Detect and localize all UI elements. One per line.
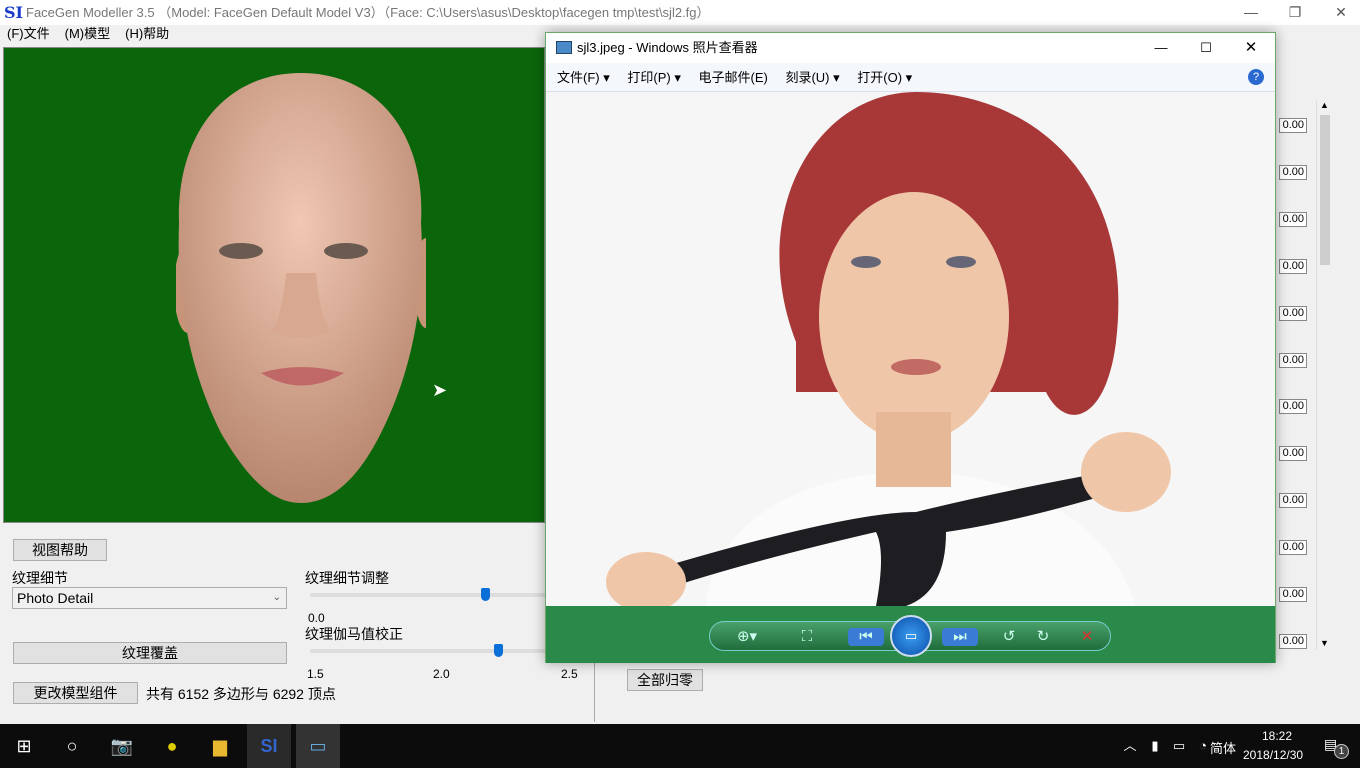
close-button[interactable]: ✕ [1318,0,1360,25]
photo-viewer-window: sjl3.jpeg - Windows 照片查看器 — ☐ ✕ 文件(F) ▾ … [545,32,1276,663]
menu-help[interactable]: (H)帮助 [125,26,169,41]
gamma-thumb[interactable] [493,644,503,657]
rotate-right-icon[interactable]: ↻ [1032,628,1054,646]
camera-app-icon[interactable]: 📷 [100,724,144,768]
viewer-menu-file[interactable]: 文件(F) ▾ [557,70,610,85]
delete-icon[interactable]: ✕ [1076,628,1098,646]
morph-value-field[interactable]: 0.00 [1279,540,1307,556]
texture-detail-select[interactable]: Photo Detail ⌄ [12,587,287,609]
gamma-tick: 2.0 [433,667,450,681]
change-model-button[interactable]: 更改模型组件 [13,682,138,704]
viewer-maximize-button[interactable]: ☐ [1191,33,1221,63]
viewer-minimize-button[interactable]: — [1146,33,1176,63]
scroll-up-icon[interactable]: ▲ [1320,100,1329,110]
photo-viewer-taskbar-icon[interactable]: ▭ [296,724,340,768]
gamma-tick: 2.5 [561,667,578,681]
detail-min-tick: 0.0 [308,611,325,625]
view-help-button[interactable]: 视图帮助 [13,539,107,561]
help-icon[interactable]: ? [1248,69,1264,85]
morph-value-field[interactable]: 0.00 [1279,587,1307,602]
menu-bar: (F)文件 (M)模型 (H)帮助 [0,25,545,45]
viewer-menu-burn[interactable]: 刻录(U) ▾ [785,70,839,85]
start-button[interactable]: ⊞ [2,724,46,768]
ime-indicator[interactable]: 简体 [1210,738,1236,757]
search-icon[interactable]: ○ [50,724,94,768]
morph-value-field[interactable]: 0.00 [1279,118,1307,133]
taskbar: ⊞ ○ 📷 ● ▆ SI ▭ ︿ ▮ ▭ ◔ 简体 18:22 2018/12/… [0,724,1360,768]
viewer-title: sjl3.jpeg - Windows 照片查看器 [577,40,758,55]
viewer-menu-bar: 文件(F) ▾ 打印(P) ▾ 电子邮件(E) 刻录(U) ▾ 打开(O) ▾ … [546,63,1275,92]
face-model [176,73,426,503]
select-value: Photo Detail [17,590,94,606]
title-bar: SI FaceGen Modeller 3.5 （Model: FaceGen … [0,0,1360,25]
scrollbar[interactable]: ▲ ▼ [1316,100,1332,650]
morph-value-field[interactable]: 0.00 [1279,352,1307,368]
photo-icon [556,41,572,54]
fit-icon[interactable]: ⛶ [796,628,818,646]
morph-value-field[interactable]: 0.00 [1279,399,1307,415]
reset-all-button[interactable]: 全部归零 [627,669,703,691]
viewer-menu-email[interactable]: 电子邮件(E) [698,70,767,85]
restore-button[interactable]: ❐ [1272,0,1318,25]
menu-model[interactable]: (M)模型 [65,26,111,41]
viewer-controls: ⊕▾ ⛶ ⏮ ▭ ⏭ ↺ ↻ ✕ [709,615,1111,657]
gamma-label: 纹理伽马值校正 [305,626,403,642]
app-icon[interactable]: ● [150,724,194,768]
morph-value-field[interactable]: 0.00 [1279,258,1307,274]
gamma-slider[interactable] [310,649,550,653]
portrait-photo [606,92,1171,606]
next-icon[interactable]: ⏭ [942,628,978,646]
morph-value-field[interactable]: 0.00 [1279,164,1307,180]
morph-value-field[interactable]: 0.00 [1279,211,1307,227]
menu-file[interactable]: (F)文件 [7,26,50,41]
window-title: FaceGen Modeller 3.5 （Model: FaceGen Def… [26,5,710,20]
gamma-tick: 1.5 [307,667,324,681]
viewer-close-button[interactable]: ✕ [1236,33,1266,63]
minimize-button[interactable]: — [1228,0,1274,25]
morph-value-field[interactable]: 0.00 [1279,446,1307,462]
mouse-cursor: ➤ [432,380,448,400]
file-explorer-icon[interactable]: ▆ [198,724,242,768]
previous-icon[interactable]: ⏮ [848,628,884,646]
morph-value-field[interactable]: 0.00 [1279,633,1307,649]
photo-display [546,92,1275,606]
3d-viewport[interactable]: ➤ [3,47,545,523]
detail-adjust-label: 纹理细节调整 [305,570,389,586]
app-logo: SI [4,3,24,22]
morph-value-field[interactable]: 0.00 [1279,305,1307,321]
slideshow-icon[interactable]: ▭ [890,615,932,657]
chevron-down-icon: ⌄ [272,592,281,603]
viewer-title-bar: sjl3.jpeg - Windows 照片查看器 — ☐ ✕ [546,33,1275,63]
detail-adjust-slider[interactable] [310,593,550,597]
viewer-control-bar: ⊕▾ ⛶ ⏮ ▭ ⏭ ↺ ↻ ✕ [546,606,1275,663]
texture-overlay-button[interactable]: 纹理覆盖 [13,642,287,664]
scroll-down-icon[interactable]: ▼ [1320,638,1329,648]
detail-adjust-thumb[interactable] [481,588,491,601]
polygon-stats: 共有 6152 多边形与 6292 顶点 [146,686,336,702]
morph-value-field[interactable]: 0.00 [1279,493,1307,509]
facegen-taskbar-icon[interactable]: SI [247,724,291,768]
texture-detail-label: 纹理细节 [12,570,68,586]
zoom-icon[interactable]: ⊕▾ [736,628,758,646]
viewer-menu-open[interactable]: 打开(O) ▾ [857,70,912,85]
notification-count: 1 [1334,744,1349,759]
clock-date[interactable]: 2018/12/30 [1243,748,1303,762]
scrollbar-thumb[interactable] [1320,115,1330,265]
clock-time[interactable]: 18:22 [1262,729,1292,743]
viewer-menu-print[interactable]: 打印(P) ▾ [627,70,680,85]
rotate-left-icon[interactable]: ↺ [998,628,1020,646]
